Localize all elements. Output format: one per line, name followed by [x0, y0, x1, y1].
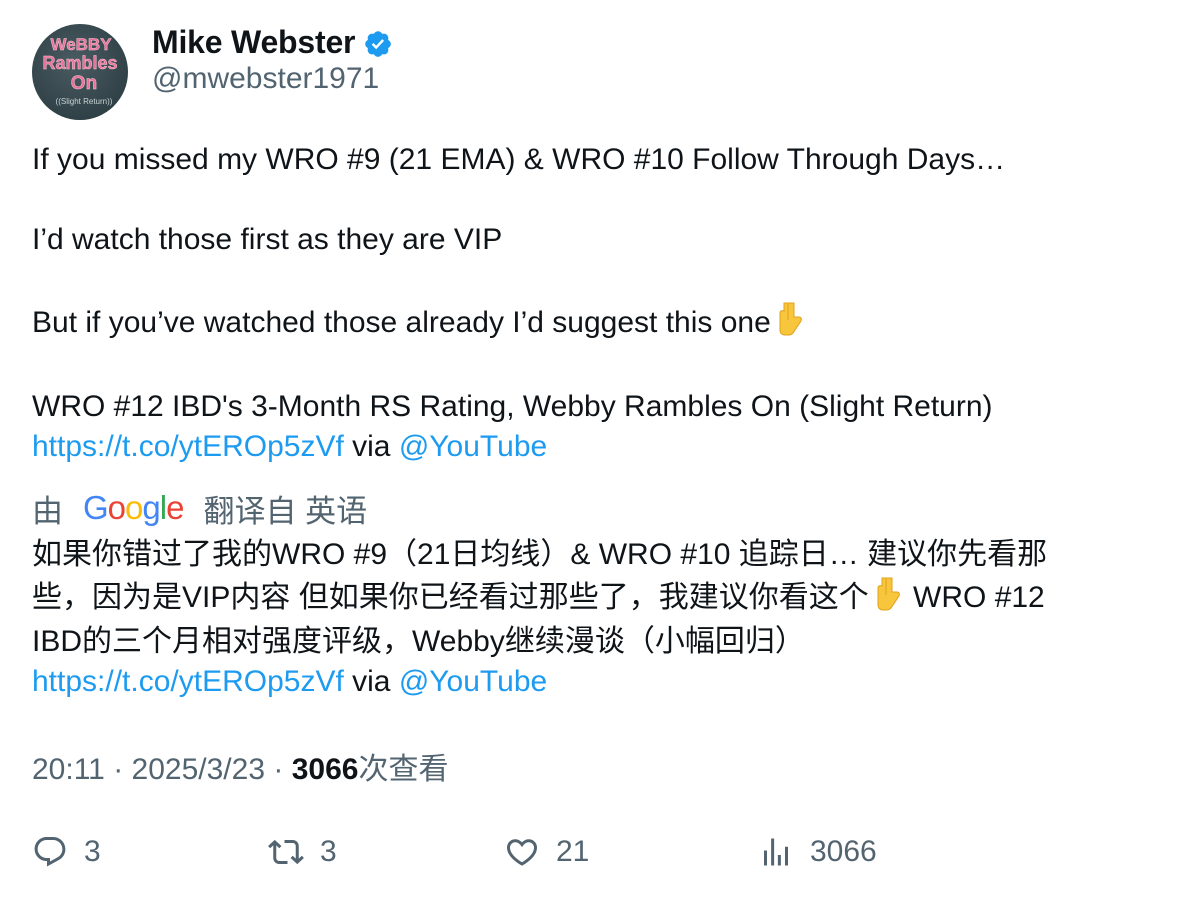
like-count: 21 [556, 835, 590, 868]
like-button[interactable]: 21 [504, 832, 589, 872]
translated-text: 如果你错过了我的WRO #9（21日均线）& WRO #10 追踪日… 建议你先… [32, 535, 1167, 702]
verified-badge-icon [363, 29, 393, 59]
tweet-text: If you missed my WRO #9 (21 EMA) & WRO #… [32, 140, 1162, 467]
tweet-line-2: I’d watch those first as they are VIP [32, 223, 503, 256]
google-logo: Google [83, 489, 184, 526]
translated-line-3: IBD的三个月相对强度评级，Webby继续漫谈（小幅回归） [32, 625, 805, 658]
reply-count: 3 [84, 835, 101, 868]
meta-separator: · [273, 753, 284, 786]
tweet-line-3-text: But if you’ve watched those already I’d … [32, 306, 771, 339]
translated-via: via [352, 665, 391, 698]
avatar-text-2: Rambles [42, 53, 117, 73]
translated-link[interactable]: https://t.co/ytEROp5zVf [32, 665, 344, 698]
tweet-line-4: WRO #12 IBD's 3-Month RS Rating, Webby R… [32, 390, 993, 423]
reply-icon [34, 837, 66, 867]
translated-line-2: 些，因为是VIP内容 但如果你已经看过那些了，我建议你看这个 WRO #12 [32, 575, 1167, 622]
point-down-emoji-icon [869, 575, 905, 622]
translated-line-2b: WRO #12 [904, 581, 1045, 614]
translated-youtube-mention[interactable]: @YouTube [399, 665, 547, 698]
analytics-icon [764, 838, 788, 866]
author-handle[interactable]: @mwebster1971 [152, 62, 379, 96]
translation-attribution[interactable]: 由 Google 翻译自 英语 [32, 486, 367, 530]
author-name-row[interactable]: Mike Webster [152, 22, 393, 62]
tweet-time[interactable]: 20:11 [32, 753, 105, 786]
translation-suffix: 翻译自 英语 [203, 493, 368, 529]
meta-separator: · [113, 753, 124, 786]
views-label: 次查看 [358, 753, 449, 786]
heart-icon [506, 839, 538, 866]
tweet-line-3: But if you’ve watched those already I’d … [32, 300, 1162, 347]
via-text: via [352, 430, 391, 463]
youtube-mention[interactable]: @YouTube [399, 430, 547, 463]
retweet-count: 3 [320, 835, 337, 868]
views-action-count: 3066 [810, 835, 877, 868]
avatar[interactable]: WeBBY Rambles On ((Slight Return)) [32, 24, 128, 120]
avatar-text-1: WeBBY [50, 35, 112, 54]
point-down-emoji-icon [771, 300, 807, 347]
tweet-link-row: https://t.co/ytEROp5zVf via @YouTube [32, 427, 1162, 467]
tweet-card: WeBBY Rambles On ((Slight Return)) Mike … [0, 0, 1196, 898]
tweet-link[interactable]: https://t.co/ytEROp5zVf [32, 430, 344, 463]
avatar-text-3: On [71, 73, 97, 94]
display-name[interactable]: Mike Webster [152, 24, 356, 61]
tweet-date[interactable]: 2025/3/23 [132, 753, 265, 786]
retweet-button[interactable]: 3 [268, 832, 337, 872]
views-count: 3066 [291, 753, 359, 786]
translation-prefix: 由 [32, 493, 63, 529]
tweet-line-1: If you missed my WRO #9 (21 EMA) & WRO #… [32, 143, 1006, 176]
translated-line-1: 如果你错过了我的WRO #9（21日均线）& WRO #10 追踪日… 建议你先… [32, 538, 1048, 571]
avatar-text-4: ((Slight Return)) [56, 97, 113, 106]
tweet-meta: 20:11 · 2025/3/23 · 3066次查看 [32, 744, 448, 788]
translated-line-2a: 些，因为是VIP内容 但如果你已经看过那些了，我建议你看这个 [32, 581, 869, 614]
action-bar: 3 3 21 3066 [32, 832, 1162, 876]
views-button[interactable]: 3066 [758, 832, 877, 872]
retweet-icon [268, 839, 304, 865]
avatar-image: WeBBY Rambles On ((Slight Return)) [42, 35, 118, 106]
reply-button[interactable]: 3 [32, 832, 101, 872]
translated-link-row: https://t.co/ytEROp5zVf via @YouTube [32, 662, 1167, 702]
